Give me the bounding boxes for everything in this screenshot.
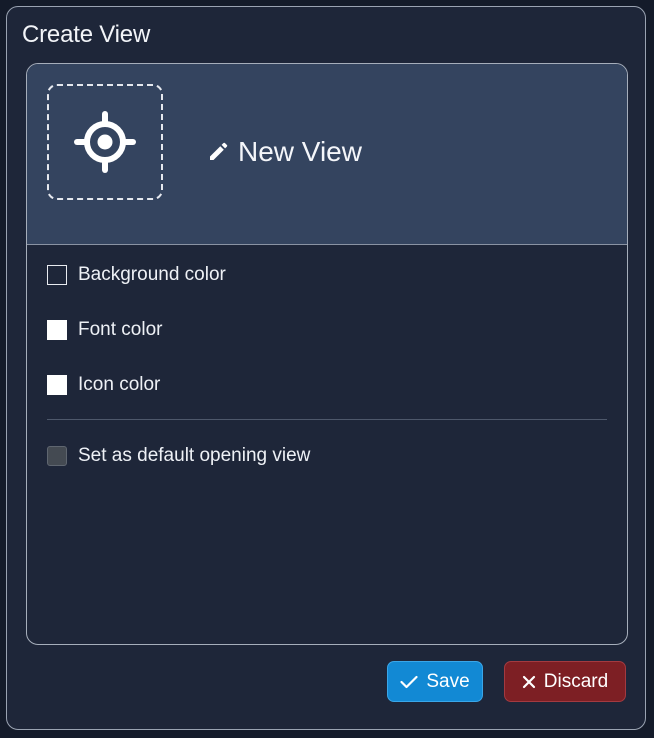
- view-settings-panel: New View Background color Font color Ico…: [26, 63, 628, 645]
- default-view-label: Set as default opening view: [78, 445, 311, 466]
- background-color-option[interactable]: Background color: [47, 264, 226, 286]
- font-color-label: Font color: [78, 319, 163, 340]
- pencil-icon: [210, 142, 228, 160]
- font-color-swatch[interactable]: [47, 320, 67, 340]
- save-label: Save: [426, 670, 470, 692]
- font-color-option[interactable]: Font color: [47, 319, 162, 341]
- icon-color-option[interactable]: Icon color: [47, 374, 160, 396]
- background-color-swatch[interactable]: [47, 265, 67, 285]
- view-name-editor[interactable]: New View: [207, 136, 362, 168]
- check-icon: [400, 675, 418, 688]
- icon-color-label: Icon color: [78, 374, 161, 395]
- default-view-checkbox[interactable]: [47, 446, 67, 466]
- default-view-option[interactable]: Set as default opening view: [47, 445, 310, 467]
- discard-label: Discard: [543, 670, 609, 692]
- discard-button[interactable]: Discard: [504, 661, 626, 702]
- close-icon: [522, 675, 535, 688]
- crosshair-icon: [74, 111, 136, 173]
- dialog-title: Create View: [22, 21, 151, 48]
- options-divider: [47, 419, 607, 420]
- view-name-text: New View: [238, 136, 362, 167]
- create-view-dialog: Create View New View Background color Fo…: [6, 6, 646, 730]
- icon-color-swatch[interactable]: [47, 375, 67, 395]
- view-preview-header: New View: [27, 64, 627, 245]
- save-button[interactable]: Save: [387, 661, 483, 702]
- view-icon-picker[interactable]: [47, 84, 163, 200]
- background-color-label: Background color: [78, 264, 226, 285]
